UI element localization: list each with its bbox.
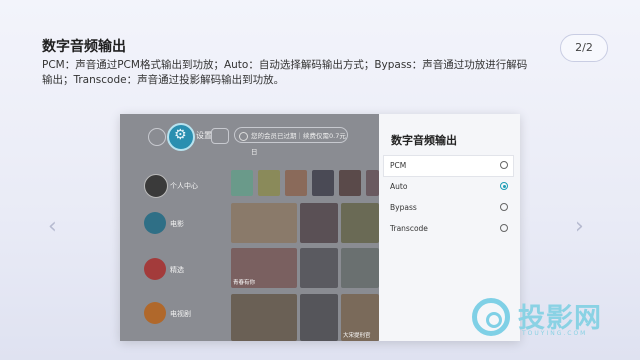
sidebar-item-label: 个人中心 <box>170 182 198 190</box>
option-bypass[interactable]: Bypass <box>384 198 513 218</box>
poster-tile[interactable] <box>339 170 361 196</box>
radio-icon[interactable] <box>500 203 508 211</box>
poster-tile[interactable] <box>312 170 334 196</box>
watermark-icon <box>472 298 510 336</box>
watermark-logo: 投影网 TOUYING.COM <box>468 296 618 346</box>
sidebar-item-label: 电视剧 <box>170 310 191 318</box>
vip-banner[interactable]: 您的会员已过期｜续费仅需0.7元日 <box>234 127 348 156</box>
category-tile[interactable] <box>231 170 253 196</box>
settings-button[interactable]: ⚙ <box>167 123 195 151</box>
poster-tile[interactable] <box>231 294 297 341</box>
poster-tile[interactable] <box>300 294 338 341</box>
watermark-subtext: TOUYING.COM <box>522 330 588 337</box>
poster-tile[interactable] <box>341 248 379 288</box>
option-label: Auto <box>390 182 408 191</box>
radio-selected-icon[interactable] <box>500 182 508 190</box>
sidebar-item-series[interactable]: 电视剧 <box>144 302 214 326</box>
poster-title: 青春有你 <box>233 280 256 286</box>
option-transcode[interactable]: Transcode <box>384 219 513 239</box>
radio-icon[interactable] <box>500 224 508 232</box>
vip-text: 您的会员已过期｜续费仅需0.7元日 <box>251 132 346 156</box>
avatar-icon <box>144 174 168 198</box>
sidebar-item-label: 电影 <box>170 220 184 228</box>
film-reel-icon <box>144 212 166 234</box>
category-tile[interactable] <box>285 170 307 196</box>
poster-tile[interactable]: 大宋提刑官 <box>341 294 379 341</box>
option-label: Bypass <box>390 203 417 212</box>
option-auto[interactable]: Auto <box>384 177 513 197</box>
sidebar-item-featured[interactable]: 精选 <box>144 258 214 282</box>
gear-icon: ⚙ <box>174 127 187 143</box>
featured-icon <box>144 258 166 280</box>
poster-tile[interactable] <box>231 203 297 243</box>
page-description: PCM：声音通过PCM格式输出到功放；Auto：自动选择解码输出方式；Bypas… <box>42 59 528 86</box>
category-tile[interactable] <box>258 170 280 196</box>
option-label: Transcode <box>390 224 428 233</box>
panel-title: 数字音频输出 <box>391 134 457 147</box>
page-indicator: 2/2 <box>560 34 608 62</box>
radio-icon[interactable] <box>500 161 508 169</box>
poster-tile[interactable] <box>366 170 379 196</box>
tv-home-background: ⚙ 设置 您的会员已过期｜续费仅需0.7元日 个人中心 电影 精选 电视剧 青春… <box>120 114 379 341</box>
tv-top-bar: ⚙ 设置 您的会员已过期｜续费仅需0.7元日 <box>120 114 379 156</box>
poster-tile[interactable] <box>300 248 338 288</box>
vip-icon <box>239 132 248 141</box>
settings-label: 设置 <box>196 131 212 140</box>
sidebar-item-label: 精选 <box>170 266 184 274</box>
page-title: 数字音频输出 <box>42 39 126 55</box>
next-arrow-icon[interactable]: › <box>575 214 584 239</box>
poster-tile[interactable] <box>300 203 338 243</box>
sidebar-item-movies[interactable]: 电影 <box>144 212 214 236</box>
option-pcm[interactable]: PCM <box>384 156 513 176</box>
tv-icon[interactable] <box>211 128 229 144</box>
poster-tile[interactable] <box>341 203 379 243</box>
prev-arrow-icon[interactable]: ‹ <box>48 214 57 239</box>
option-label: PCM <box>390 161 407 170</box>
search-icon[interactable] <box>148 128 166 146</box>
tv-screenshot: ⚙ 设置 您的会员已过期｜续费仅需0.7元日 个人中心 电影 精选 电视剧 青春… <box>120 114 520 341</box>
sidebar-item-profile[interactable]: 个人中心 <box>144 174 214 198</box>
poster-tile[interactable]: 青春有你 <box>231 248 297 288</box>
poster-title: 大宋提刑官 <box>343 333 371 339</box>
tv-series-icon <box>144 302 166 324</box>
